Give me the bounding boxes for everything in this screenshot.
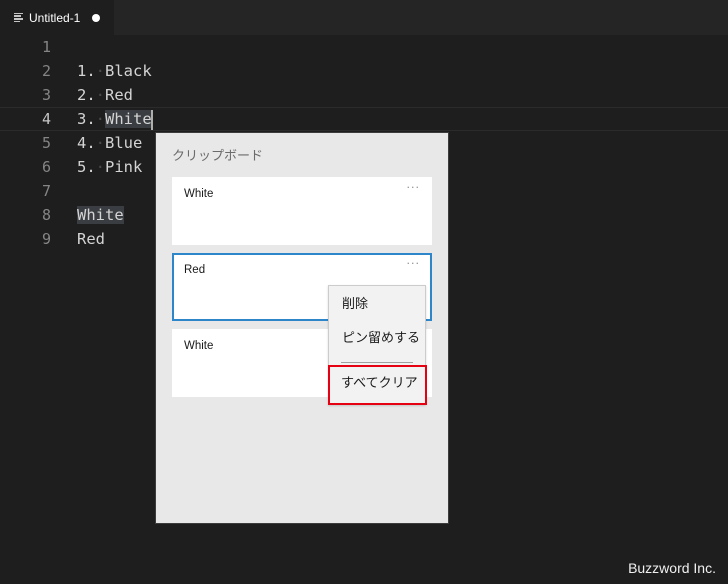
tab-title: Untitled-1 <box>29 10 81 25</box>
list-marker: 2. <box>77 86 96 104</box>
whitespace-dot: · <box>95 62 106 80</box>
editor-line-current[interactable]: 4 3.·White <box>0 107 728 131</box>
line-number: 5 <box>41 134 51 152</box>
line-number: 8 <box>41 206 51 224</box>
file-lines-icon <box>14 12 24 23</box>
editor-line[interactable]: 3 2.·Red <box>0 83 728 107</box>
clipboard-item-text: White <box>184 340 214 352</box>
line-text: Red <box>77 230 105 248</box>
editor-line[interactable]: 1 <box>0 35 728 59</box>
selected-text: White <box>105 110 152 128</box>
line-number: 6 <box>41 158 51 176</box>
line-code: 3.·White <box>77 108 153 130</box>
text-cursor <box>150 109 153 130</box>
whitespace-dot: · <box>95 134 106 152</box>
list-marker: 4. <box>77 134 96 152</box>
line-number: 1 <box>41 38 51 56</box>
menu-item-clear-all[interactable]: すべてクリア <box>328 365 427 405</box>
more-options-icon[interactable]: ··· <box>407 181 421 194</box>
tab-untitled-1[interactable]: Untitled-1 <box>0 0 114 35</box>
menu-separator <box>341 362 413 363</box>
line-code: 2.·Red <box>77 83 133 107</box>
clipboard-title: クリップボード <box>172 149 264 164</box>
line-text: Red <box>105 86 134 104</box>
line-number: 2 <box>41 62 51 80</box>
line-text: Pink <box>105 158 143 176</box>
watermark: Buzzword Inc. <box>628 560 716 576</box>
line-code: 1.·Black <box>77 59 152 83</box>
menu-item-delete[interactable]: 削除 <box>329 288 425 322</box>
line-number: 4 <box>41 110 51 128</box>
clipboard-item-text: White <box>184 188 214 200</box>
line-code: Red <box>77 227 105 251</box>
whitespace-dot: · <box>95 110 106 128</box>
line-number: 7 <box>41 182 51 200</box>
clipboard-item-text: Red <box>184 264 206 276</box>
line-number: 9 <box>41 230 51 248</box>
list-marker: 1. <box>77 62 96 80</box>
menu-item-pin[interactable]: ピン留めする <box>329 322 425 356</box>
occurrence-highlight: White <box>77 206 124 224</box>
tab-bar: Untitled-1 <box>0 0 728 35</box>
whitespace-dot: · <box>95 158 106 176</box>
line-code: 4.·Blue <box>77 131 142 155</box>
line-number: 3 <box>41 86 51 104</box>
clipboard-item[interactable]: White ··· <box>172 177 432 245</box>
editor-line[interactable]: 2 1.·Black <box>0 59 728 83</box>
context-menu: 削除 ピン留めする すべてクリア <box>328 285 427 405</box>
more-options-icon[interactable]: ··· <box>407 257 421 270</box>
line-text: Black <box>105 62 152 80</box>
list-marker: 5. <box>77 158 96 176</box>
line-text: Blue <box>105 134 143 152</box>
unsaved-dot-icon[interactable] <box>92 13 101 22</box>
whitespace-dot: · <box>95 86 106 104</box>
line-code: 5.·Pink <box>77 155 142 179</box>
line-code: White <box>77 203 124 227</box>
list-marker: 3. <box>77 110 96 128</box>
